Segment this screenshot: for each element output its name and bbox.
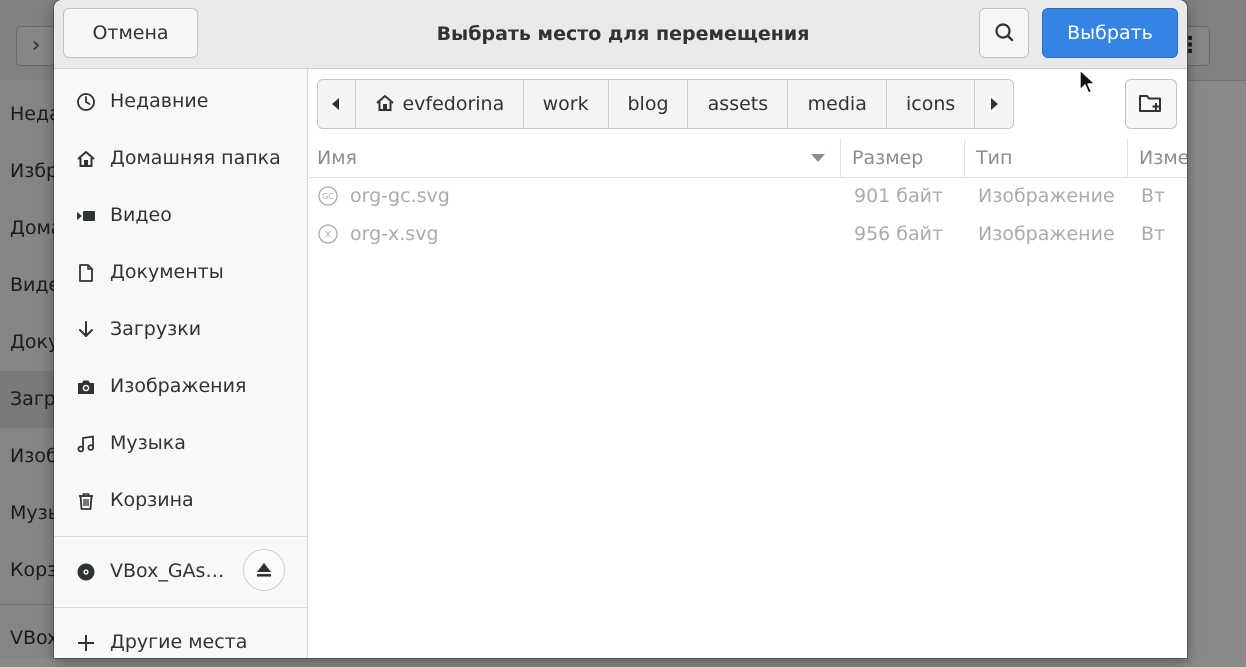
camera-icon bbox=[74, 358, 98, 415]
column-modified[interactable]: Изменён bbox=[1139, 139, 1187, 177]
pan-left-icon bbox=[332, 98, 340, 110]
sort-descending-icon bbox=[811, 154, 825, 162]
path-crumb-assets[interactable]: assets bbox=[688, 80, 789, 128]
column-separator bbox=[840, 139, 841, 177]
file-name: org-gc.svg bbox=[350, 185, 450, 207]
column-size[interactable]: Размер bbox=[852, 139, 923, 177]
places-item-label: Недавние bbox=[110, 90, 209, 112]
places-item-label: Корзина bbox=[110, 489, 194, 511]
search-button[interactable] bbox=[979, 8, 1029, 58]
eject-button[interactable] bbox=[243, 549, 285, 591]
select-button[interactable]: Выбрать bbox=[1042, 8, 1178, 58]
file-size: 956 байт bbox=[854, 223, 944, 245]
choose-destination-dialog: Отмена Выбрать место для перемещения Выб… bbox=[54, 0, 1187, 658]
places-item-other-locations[interactable]: Другие места bbox=[54, 614, 307, 658]
places-item-recent[interactable]: Недавние bbox=[54, 73, 307, 130]
places-item-label: Видео bbox=[110, 204, 172, 226]
search-icon bbox=[995, 23, 1014, 42]
clock-icon bbox=[74, 73, 98, 130]
places-item-downloads[interactable]: Загрузки bbox=[54, 301, 307, 358]
eject-icon bbox=[257, 563, 271, 577]
new-folder-icon bbox=[1139, 95, 1161, 112]
svg-text:X: X bbox=[325, 231, 331, 241]
svg-file-icon: GC bbox=[318, 186, 338, 206]
path-scroll-left-button[interactable] bbox=[318, 80, 356, 128]
places-item-label: Документы bbox=[110, 261, 224, 283]
places-item-label: Другие места bbox=[110, 631, 248, 653]
file-row[interactable]: GC org-gc.svg 901 байт Изображение Вт bbox=[307, 177, 1187, 215]
places-item-music[interactable]: Музыка bbox=[54, 415, 307, 472]
file-modified: Вт bbox=[1141, 223, 1166, 245]
places-item-documents[interactable]: Документы bbox=[54, 244, 307, 301]
path-crumb-media[interactable]: media bbox=[788, 80, 888, 128]
places-item-home[interactable]: Домашняя папка bbox=[54, 130, 307, 187]
download-icon bbox=[74, 301, 98, 358]
column-separator bbox=[1127, 139, 1128, 177]
mouse-cursor-icon bbox=[1079, 69, 1096, 94]
places-item-trash[interactable]: Корзина bbox=[54, 472, 307, 529]
trash-icon bbox=[74, 472, 98, 529]
file-modified: Вт bbox=[1141, 185, 1166, 207]
path-crumb-blog[interactable]: blog bbox=[609, 80, 689, 128]
path-crumb-label: evfedorina bbox=[402, 93, 505, 115]
places-item-label: VBox_GAs… bbox=[110, 560, 225, 582]
places-item-label: Музыка bbox=[110, 432, 186, 454]
video-icon bbox=[74, 187, 98, 244]
file-size: 901 байт bbox=[854, 185, 944, 207]
svg-text:GC: GC bbox=[322, 192, 334, 201]
column-type[interactable]: Тип bbox=[976, 139, 1012, 177]
music-icon bbox=[74, 415, 98, 472]
document-icon bbox=[74, 244, 98, 301]
cancel-button[interactable]: Отмена bbox=[63, 8, 198, 58]
svg-file-icon: X bbox=[318, 224, 338, 244]
file-name: org-x.svg bbox=[350, 223, 439, 245]
places-item-label: Изображения bbox=[110, 375, 247, 397]
home-icon bbox=[376, 95, 395, 111]
places-item-videos[interactable]: Видео bbox=[54, 187, 307, 244]
pan-right-icon bbox=[991, 98, 999, 110]
places-separator bbox=[54, 607, 307, 608]
dialog-headerbar: Отмена Выбрать место для перемещения Выб… bbox=[54, 0, 1187, 69]
path-crumb-home[interactable]: evfedorina bbox=[356, 80, 524, 128]
path-crumb-icons[interactable]: icons bbox=[887, 80, 976, 128]
places-separator bbox=[54, 536, 307, 537]
new-folder-button[interactable] bbox=[1125, 79, 1177, 129]
home-icon bbox=[74, 130, 98, 187]
file-list-header: Имя Размер Тип Изменён bbox=[307, 139, 1187, 178]
file-row[interactable]: X org-x.svg 956 байт Изображение Вт bbox=[307, 215, 1187, 253]
disc-icon bbox=[74, 543, 98, 600]
places-item-label: Загрузки bbox=[110, 318, 202, 340]
path-scroll-right-button[interactable] bbox=[975, 80, 1013, 128]
file-type: Изображение bbox=[978, 223, 1115, 245]
dialog-title: Выбрать место для перемещения bbox=[436, 23, 810, 45]
places-item-pictures[interactable]: Изображения bbox=[54, 358, 307, 415]
column-name[interactable]: Имя bbox=[317, 139, 357, 177]
plus-icon bbox=[74, 614, 98, 658]
places-item-label: Домашняя папка bbox=[110, 147, 281, 169]
path-bar: evfedorina work blog assets media icons bbox=[317, 79, 1014, 129]
column-separator bbox=[964, 139, 965, 177]
places-sidebar: Недавние Домашняя папка Видео Документы … bbox=[54, 69, 308, 658]
path-crumb-work[interactable]: work bbox=[524, 80, 609, 128]
file-type: Изображение bbox=[978, 185, 1115, 207]
